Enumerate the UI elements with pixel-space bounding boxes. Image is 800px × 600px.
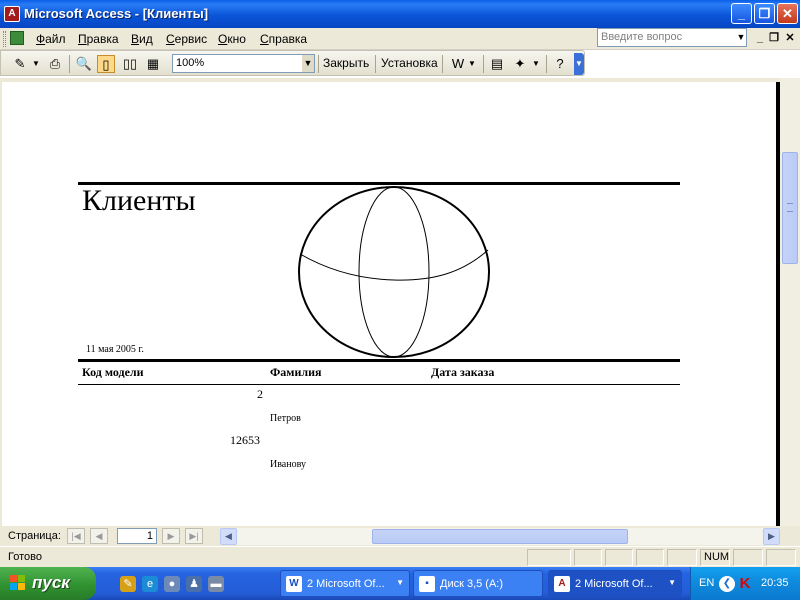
page-label: Страница: <box>8 530 61 542</box>
database-window-icon[interactable]: ▤ <box>488 55 506 73</box>
design-view-icon[interactable]: ✎ <box>11 55 29 73</box>
row-2-surname: Иванову <box>270 459 306 470</box>
column-header-rule <box>78 384 680 385</box>
ask-dropdown-arrow[interactable]: ▼ <box>735 30 747 45</box>
access-icon: A <box>554 576 570 592</box>
close-button[interactable]: ✕ <box>777 3 798 24</box>
window-title: Microsoft Access - [Клиенты] <box>24 6 209 21</box>
new-object-dropdown-arrow[interactable]: ▼ <box>531 55 541 73</box>
doc-restore-button[interactable]: ❐ <box>768 31 780 45</box>
taskbar: пуск ✎ e ● ♟ ▬ W 2 Microsoft Of... ▼ ▪ Д… <box>0 567 800 600</box>
column-header-surname: Фамилия <box>270 365 322 379</box>
row-1-surname: Петров <box>270 413 301 424</box>
doc-close-button[interactable]: ✕ <box>784 31 796 45</box>
menu-view[interactable]: Вид <box>131 32 153 46</box>
menu-edit[interactable]: Правка <box>78 32 119 46</box>
language-indicator[interactable]: EN <box>699 577 714 589</box>
print-icon[interactable]: ⎙ <box>46 55 64 73</box>
column-header-order-date: Дата заказа <box>431 365 495 379</box>
group-arrow-icon: ▼ <box>396 578 404 587</box>
first-page-button[interactable]: |◀ <box>67 528 85 544</box>
close-preview-button[interactable]: Закрыть <box>323 56 369 70</box>
quicklaunch-folder-icon[interactable]: ✎ <box>120 576 136 592</box>
num-lock-indicator: NUM <box>700 549 730 566</box>
status-text: Готово <box>8 551 42 563</box>
minimize-button[interactable]: _ <box>731 3 752 24</box>
access-icon[interactable]: A <box>4 6 20 22</box>
zoom-select[interactable]: 100% <box>172 54 315 73</box>
multiple-pages-icon[interactable]: ▦ <box>144 55 162 73</box>
header-bottom-rule <box>78 359 680 362</box>
taskbar-access-button[interactable]: A 2 Microsoft Of... ▼ <box>548 570 682 597</box>
vertical-scrollbar[interactable] <box>780 78 800 526</box>
page-setup-button[interactable]: Установка <box>381 56 438 70</box>
export-dropdown-arrow[interactable]: ▼ <box>467 55 477 73</box>
taskbar-floppy-button[interactable]: ▪ Диск 3,5 (A:) <box>413 570 543 597</box>
row-2-model-code: 12653 <box>230 433 260 447</box>
word-export-icon[interactable]: W <box>449 55 467 73</box>
windows-flag-icon <box>10 575 26 591</box>
document-icon[interactable] <box>10 31 24 45</box>
quicklaunch-user-icon[interactable]: ♟ <box>186 576 202 592</box>
start-button[interactable]: пуск <box>0 567 96 600</box>
column-header-model-code: Код модели <box>82 365 144 379</box>
print-preview-toolbar: ✎ ▼ ⎙ 🔍 ▯ ▯▯ ▦ 100% ▼ Закрыть Установка … <box>0 50 585 76</box>
menu-grip[interactable] <box>3 31 6 47</box>
status-bar: Готово NUM <box>0 546 800 567</box>
horizontal-scroll-thumb[interactable] <box>372 529 628 544</box>
toolbar-options-chevron[interactable]: ▼ <box>574 53 584 75</box>
quicklaunch-drive-icon[interactable]: ▬ <box>208 576 224 592</box>
clock: 20:35 <box>761 577 789 589</box>
help-icon[interactable]: ? <box>551 55 569 73</box>
zoom-dropdown-arrow[interactable]: ▼ <box>302 55 314 72</box>
antivirus-icon[interactable]: K <box>737 575 753 593</box>
quicklaunch-media-icon[interactable]: ● <box>164 576 180 592</box>
tray-expand-icon[interactable]: ❮ <box>719 576 735 592</box>
menu-file[interactable]: Файл <box>36 32 66 46</box>
page-number-input[interactable]: 1 <box>117 528 157 544</box>
menu-window[interactable]: Окно <box>218 32 246 46</box>
row-1-model-code: 2 <box>257 387 263 401</box>
zoom-icon[interactable]: 🔍 <box>75 55 93 73</box>
taskbar-word-button[interactable]: W 2 Microsoft Of... ▼ <box>280 570 410 597</box>
scroll-right-button[interactable]: ▶ <box>763 528 780 545</box>
start-label: пуск <box>32 573 70 592</box>
previous-page-button[interactable]: ◀ <box>90 528 108 544</box>
menu-help[interactable]: Справка <box>260 32 307 46</box>
word-icon: W <box>286 576 302 592</box>
report-date: 11 мая 2005 г. <box>86 344 144 355</box>
system-tray: EN ❮ K 20:35 <box>690 567 800 600</box>
view-dropdown-arrow[interactable]: ▼ <box>31 55 41 73</box>
one-page-icon[interactable]: ▯ <box>97 55 115 73</box>
vertical-scroll-thumb[interactable] <box>782 152 798 264</box>
title-bar: A Microsoft Access - [Клиенты] _ ❐ ✕ <box>0 0 800 28</box>
new-object-icon[interactable]: ✦ <box>511 55 529 73</box>
next-page-button[interactable]: ▶ <box>162 528 180 544</box>
globe-logo-image <box>298 186 490 358</box>
restore-button[interactable]: ❐ <box>754 3 775 24</box>
two-pages-icon[interactable]: ▯▯ <box>121 55 139 73</box>
scroll-left-button[interactable]: ◀ <box>220 528 237 545</box>
doc-minimize-button[interactable]: _ <box>754 31 766 45</box>
menu-tools[interactable]: Сервис <box>166 32 207 46</box>
ask-question-input[interactable]: Введите вопрос <box>597 28 747 47</box>
group-arrow-icon: ▼ <box>668 578 676 587</box>
floppy-drive-icon: ▪ <box>419 576 435 592</box>
last-page-button[interactable]: ▶| <box>185 528 203 544</box>
quicklaunch-browser-icon[interactable]: e <box>142 576 158 592</box>
report-title: Клиенты <box>82 184 196 217</box>
